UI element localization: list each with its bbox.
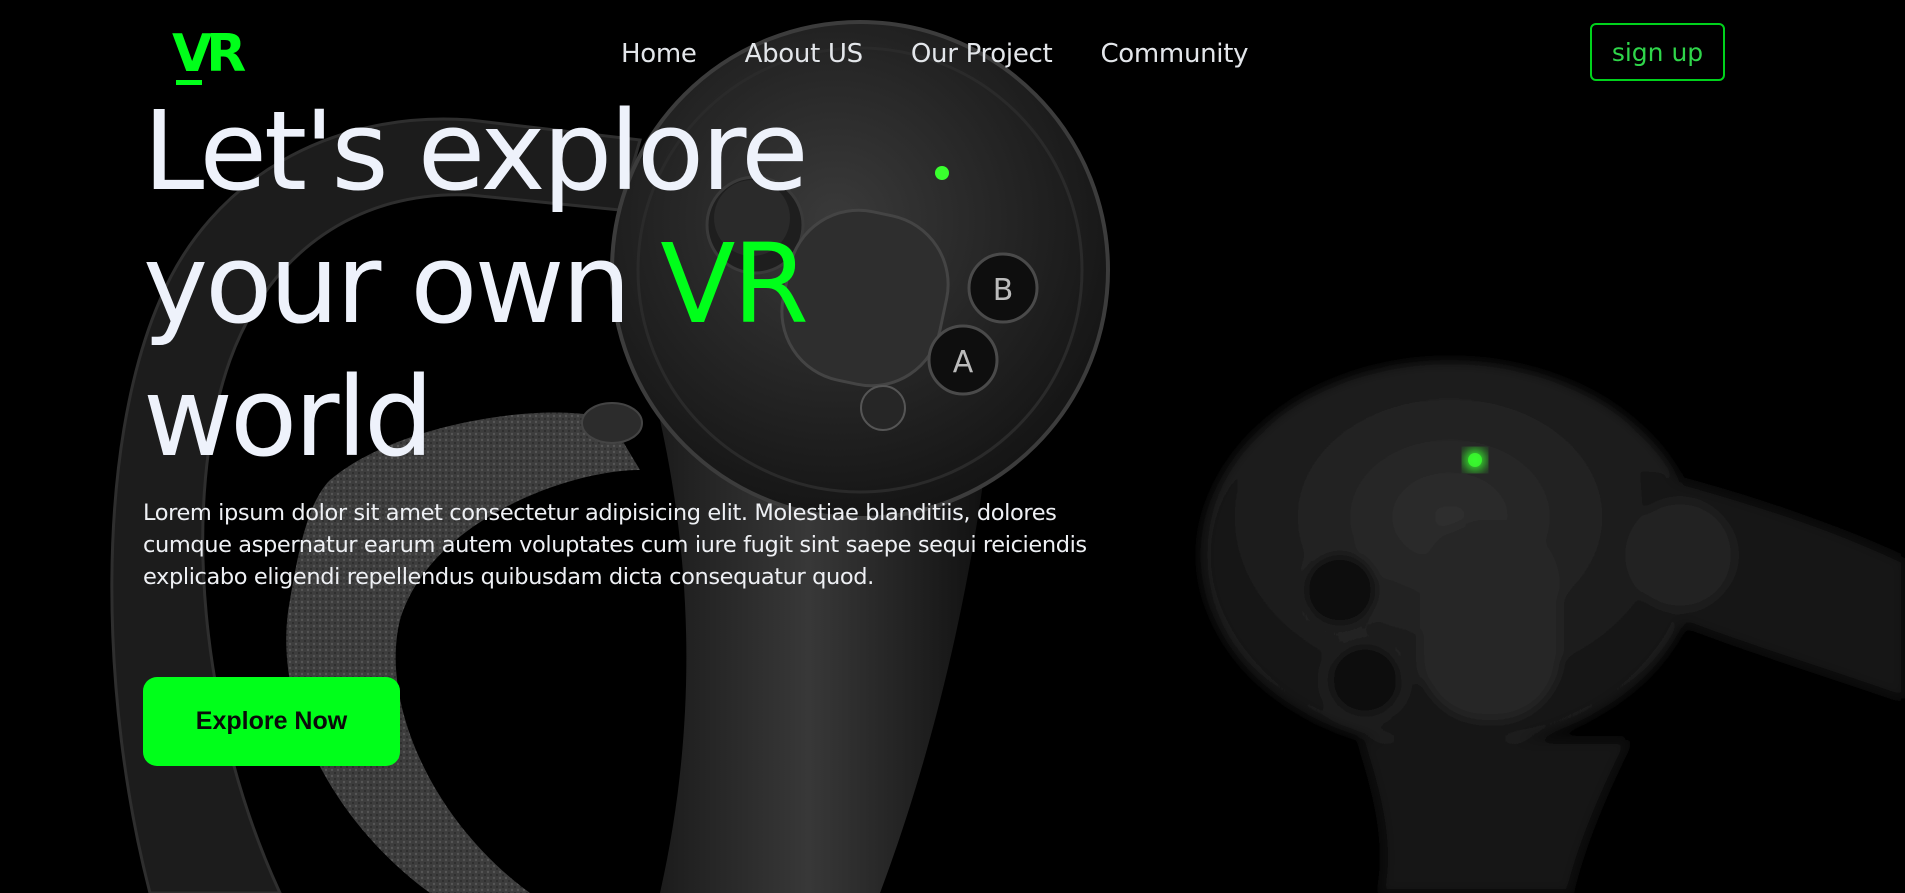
logo-text: VR <box>172 24 246 84</box>
hero-section: Let's explore your own VR world Lorem ip… <box>143 85 1093 766</box>
brand-logo[interactable]: VR <box>172 24 252 85</box>
hero-headline: Let's explore your own VR world <box>143 85 1093 484</box>
nav-link-our-project[interactable]: Our Project <box>911 36 1053 72</box>
nav-menu: Home About US Our Project Community <box>621 36 1249 72</box>
nav-link-home[interactable]: Home <box>621 36 697 72</box>
sign-up-button[interactable]: sign up <box>1590 23 1725 81</box>
headline-accent: VR <box>660 220 809 348</box>
headline-line-3: world <box>143 353 434 481</box>
headline-line-2: your own <box>143 220 631 348</box>
nav-link-about-us[interactable]: About US <box>745 36 864 72</box>
nav-link-community[interactable]: Community <box>1100 36 1248 72</box>
headline-line-1: Let's explore <box>143 87 809 215</box>
hero-description: Lorem ipsum dolor sit amet consectetur a… <box>143 500 1087 590</box>
explore-now-button[interactable]: Explore Now <box>143 677 400 766</box>
